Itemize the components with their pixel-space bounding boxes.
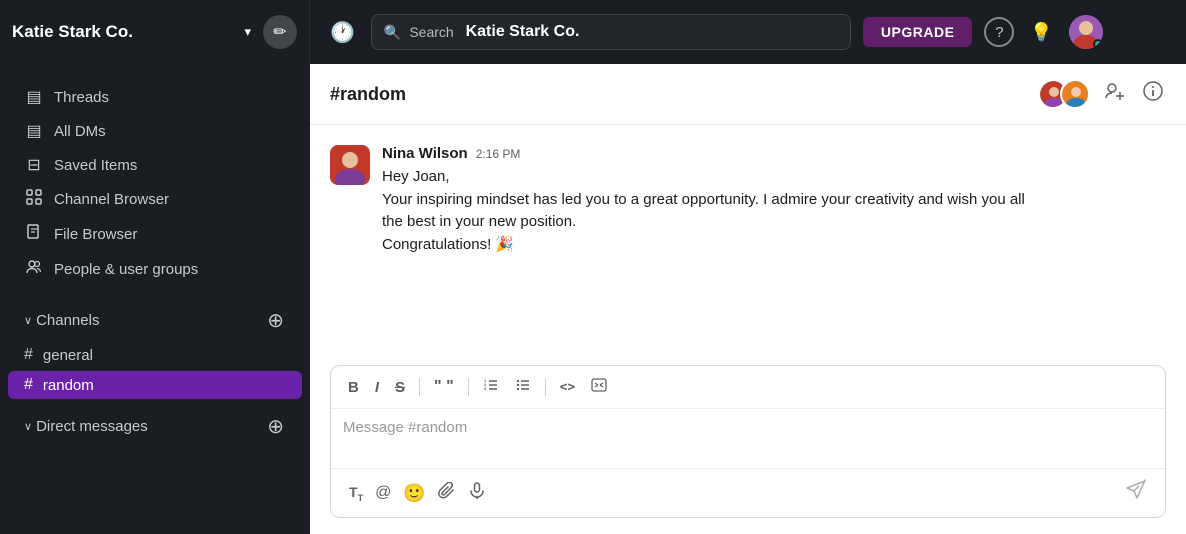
search-icon: 🔍	[384, 24, 401, 41]
message-line1: Hey Joan,	[382, 168, 450, 185]
saved-icon: ⊟	[24, 155, 44, 175]
dm-chevron-icon: ∨	[24, 420, 32, 433]
sidebar-item-file-browser[interactable]: File Browser	[8, 218, 302, 251]
sidebar-item-saved-label: Saved Items	[54, 157, 137, 174]
people-icon	[24, 259, 44, 280]
workspace-chevron-icon: ▾	[244, 24, 251, 40]
code-block-button[interactable]	[586, 374, 612, 400]
message-line4: Congratulations! 🎉	[382, 236, 514, 253]
voice-button[interactable]	[462, 478, 492, 509]
workspace-section: Katie Stark Co. ▾ ✏	[0, 0, 310, 64]
search-label: Search	[409, 24, 457, 40]
dm-section-label: Direct messages	[36, 418, 265, 435]
channels-chevron-icon: ∨	[24, 314, 32, 327]
search-keyword: Katie Stark Co.	[466, 23, 580, 41]
message-body: Hey Joan, Your inspiring mindset has led…	[382, 166, 1166, 256]
sidebar-item-threads[interactable]: ▤ Threads	[8, 81, 302, 113]
message-meta: Nina Wilson 2:16 PM	[382, 145, 1166, 162]
channel-name-general: general	[43, 347, 93, 364]
sidebar-item-alldms-label: All DMs	[54, 123, 106, 140]
composer-bottom-bar: TT @ 🙂	[331, 468, 1165, 517]
code-button[interactable]: <>	[555, 377, 581, 398]
sidebar: ▤ Threads ▤ All DMs ⊟ Saved Items Channe…	[0, 64, 310, 534]
messages-area: Nina Wilson 2:16 PM Hey Joan, Your inspi…	[310, 125, 1186, 353]
sidebar-item-saved-items[interactable]: ⊟ Saved Items	[8, 149, 302, 181]
svg-text:3: 3	[484, 386, 487, 391]
sidebar-item-threads-label: Threads	[54, 89, 109, 106]
top-bar-right: 🕐 🔍 Search Katie Stark Co. UPGRADE ? 💡	[310, 14, 1186, 50]
message-input-box: B I S " " 1 2 3	[330, 365, 1166, 518]
member-avatars	[1038, 79, 1090, 109]
add-member-button[interactable]	[1102, 78, 1128, 110]
channel-header: #random	[310, 64, 1186, 125]
attachment-button[interactable]	[432, 478, 462, 509]
blockquote-button[interactable]: " "	[429, 375, 459, 399]
channel-item-general[interactable]: # general	[8, 341, 302, 369]
composer-area: B I S " " 1 2 3	[310, 353, 1186, 534]
upgrade-button[interactable]: UPGRADE	[863, 17, 973, 47]
sidebar-item-channel-browser[interactable]: Channel Browser	[8, 183, 302, 216]
notifications-button[interactable]: 💡	[1026, 18, 1056, 47]
channel-header-actions	[1038, 78, 1166, 110]
workspace-name: Katie Stark Co.	[12, 22, 240, 42]
message-author-name: Nina Wilson	[382, 145, 468, 162]
message-author-avatar	[330, 145, 370, 185]
mention-button[interactable]: @	[369, 480, 397, 506]
threads-icon: ▤	[24, 87, 44, 107]
sidebar-item-people-label: People & user groups	[54, 261, 198, 278]
add-channel-button[interactable]: ⊕	[265, 308, 286, 333]
member-avatar-2	[1060, 79, 1090, 109]
emoji-button[interactable]: 🙂	[397, 479, 431, 508]
sidebar-item-people-groups[interactable]: People & user groups	[8, 253, 302, 286]
composer-toolbar: B I S " " 1 2 3	[331, 366, 1165, 409]
user-avatar[interactable]	[1069, 15, 1103, 49]
edit-workspace-button[interactable]: ✏	[263, 15, 297, 49]
message-timestamp: 2:16 PM	[476, 147, 521, 161]
unordered-list-button[interactable]	[510, 374, 536, 400]
dm-section-header[interactable]: ∨ Direct messages ⊕	[8, 408, 302, 445]
channel-name-random: random	[43, 377, 94, 394]
send-button[interactable]	[1119, 475, 1153, 511]
file-browser-icon	[24, 224, 44, 245]
channel-hash-icon: #	[24, 346, 33, 364]
message-text-input[interactable]	[331, 409, 1165, 463]
strikethrough-button[interactable]: S	[390, 376, 410, 399]
ordered-list-button[interactable]: 1 2 3	[478, 374, 504, 400]
message-row: Nina Wilson 2:16 PM Hey Joan, Your inspi…	[330, 145, 1166, 256]
history-button[interactable]: 🕐	[326, 16, 359, 49]
channel-hash-icon: #	[24, 376, 33, 394]
text-format-button[interactable]: TT	[343, 480, 369, 507]
channel-item-random[interactable]: # random	[8, 371, 302, 399]
message-line2: Your inspiring mindset has led you to a …	[382, 191, 1025, 208]
sidebar-item-all-dms[interactable]: ▤ All DMs	[8, 115, 302, 147]
help-button[interactable]: ?	[984, 17, 1014, 47]
top-bar: Katie Stark Co. ▾ ✏ 🕐 🔍 Search Katie Sta…	[0, 0, 1186, 64]
online-indicator	[1093, 39, 1103, 49]
toolbar-separator-2	[468, 378, 469, 396]
add-dm-button[interactable]: ⊕	[265, 414, 286, 439]
dms-icon: ▤	[24, 121, 44, 141]
channel-info-button[interactable]	[1140, 78, 1166, 110]
toolbar-separator-3	[545, 378, 546, 396]
toolbar-separator-1	[419, 378, 420, 396]
channel-title: #random	[330, 84, 1038, 105]
search-bar[interactable]: 🔍 Search Katie Stark Co.	[371, 14, 851, 50]
channels-section-header[interactable]: ∨ Channels ⊕	[8, 302, 302, 339]
channels-section-label: Channels	[36, 312, 265, 329]
italic-button[interactable]: I	[370, 376, 384, 399]
message-content: Nina Wilson 2:16 PM Hey Joan, Your inspi…	[382, 145, 1166, 256]
sidebar-item-filebrowser-label: File Browser	[54, 226, 137, 243]
content-area: #random	[310, 64, 1186, 534]
channel-browser-icon	[24, 189, 44, 210]
main-area: ▤ Threads ▤ All DMs ⊟ Saved Items Channe…	[0, 64, 1186, 534]
message-line3: the best in your new position.	[382, 213, 576, 230]
sidebar-item-channelbrowser-label: Channel Browser	[54, 191, 169, 208]
bold-button[interactable]: B	[343, 376, 364, 399]
